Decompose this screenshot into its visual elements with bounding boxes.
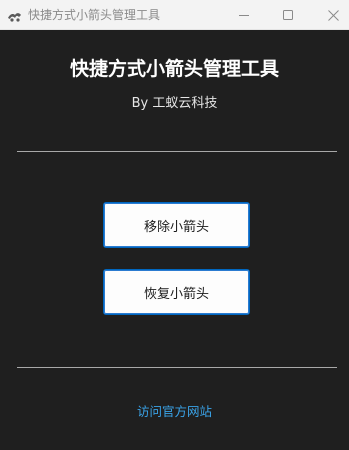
remove-arrow-button[interactable]: 移除小箭头	[103, 202, 250, 248]
page-title: 快捷方式小箭头管理工具	[69, 58, 279, 80]
maximize-button[interactable]	[265, 0, 311, 30]
bottom-divider	[17, 367, 337, 368]
author-byline: By 工蚁云科技	[131, 96, 218, 111]
minimize-button[interactable]	[221, 0, 267, 30]
maximize-icon	[283, 10, 293, 20]
window-title: 快捷方式小箭头管理工具	[28, 8, 161, 22]
app-logo-icon	[7, 8, 22, 22]
top-divider	[17, 151, 337, 152]
minimize-icon	[239, 15, 249, 16]
app-window: 快捷方式小箭头管理工具 快捷方式小箭头管理工具 By 工蚁云科技 移除小箭头 恢…	[0, 0, 349, 450]
close-button[interactable]	[310, 0, 349, 30]
close-icon	[327, 9, 339, 21]
title-bar[interactable]: 快捷方式小箭头管理工具	[0, 0, 349, 30]
restore-arrow-button[interactable]: 恢复小箭头	[103, 269, 250, 315]
official-website-link[interactable]: 访问官方网站	[0, 401, 349, 420]
